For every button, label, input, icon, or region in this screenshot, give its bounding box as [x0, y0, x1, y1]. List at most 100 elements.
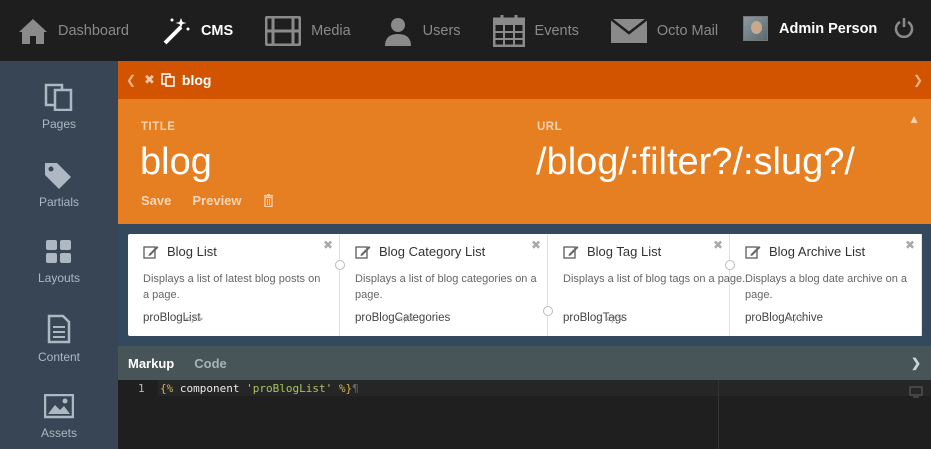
nav-octo-mail[interactable]: Octo Mail — [610, 0, 719, 61]
image-icon — [44, 394, 74, 419]
edit-icon — [143, 245, 159, 259]
film-icon — [265, 15, 302, 46]
url-label: URL — [537, 121, 563, 133]
document-icon — [47, 314, 71, 344]
close-icon[interactable]: ✖ — [144, 72, 155, 88]
envelope-icon — [610, 17, 647, 43]
calendar-icon — [492, 14, 525, 47]
close-icon[interactable]: ✖ — [531, 238, 541, 252]
chevron-left-icon[interactable]: ❮ — [126, 73, 136, 87]
component-description: Displays a blog date archive on a page. — [745, 273, 908, 301]
nav-users-label: Users — [422, 22, 461, 39]
chevron-up-icon[interactable]: ▲ — [908, 112, 920, 126]
code-token: 'proBlogList' — [246, 382, 333, 395]
trash-icon[interactable] — [263, 194, 274, 207]
print-margin — [718, 380, 719, 449]
nav-media[interactable]: Media — [265, 0, 351, 61]
component-description: Displays a list of blog tags on a page. — [563, 273, 746, 285]
editor-tabbar: Markup Code ❯ — [118, 346, 931, 380]
code-icon: </> — [787, 314, 806, 325]
sidebar-item-content[interactable]: Content — [0, 314, 118, 364]
code-editor[interactable]: 1 {% component 'proBlogList' %}¶ — [118, 380, 931, 449]
chevron-down-icon[interactable]: ❯ — [911, 356, 921, 370]
connector-icon — [725, 260, 735, 270]
component-title-text: Blog Tag List — [587, 244, 662, 259]
save-button[interactable]: Save — [141, 193, 171, 208]
connector-icon — [335, 260, 345, 270]
code-icon: </> — [605, 314, 624, 325]
component-title: Blog Tag List — [563, 244, 661, 259]
sidebar-item-assets[interactable]: Assets — [0, 394, 118, 440]
nav-cms[interactable]: CMS — [161, 0, 233, 61]
component-alias: </> proBlogList — [143, 312, 204, 325]
nav-dashboard-label: Dashboard — [58, 22, 129, 39]
close-icon[interactable]: ✖ — [323, 238, 333, 252]
pages-icon — [44, 83, 73, 111]
sidebar-item-pages[interactable]: Pages — [0, 83, 118, 131]
component-title: Blog Category List — [355, 244, 485, 259]
code-line[interactable]: {% component 'proBlogList' %}¶ — [160, 382, 359, 395]
component-alias: </> proBlogArchive — [745, 312, 823, 325]
connector-icon — [543, 306, 553, 316]
form-actions: Save Preview — [141, 193, 274, 208]
nav-cms-label: CMS — [200, 22, 234, 39]
magic-wand-icon — [163, 17, 190, 44]
nav-users[interactable]: Users — [383, 0, 461, 61]
sidebar: Pages Partials Layouts Content Assets — [0, 61, 118, 449]
component-alias: </> proBlogTags — [563, 312, 627, 325]
edit-icon — [745, 245, 761, 259]
preview-button[interactable]: Preview — [192, 193, 241, 208]
user-menu[interactable]: Admin Person — [743, 16, 877, 41]
nav-events-label: Events — [534, 22, 579, 39]
sidebar-item-label: Pages — [41, 117, 77, 131]
component-title-text: Blog Category List — [379, 244, 486, 259]
tab-blog[interactable]: ✖ blog — [144, 72, 211, 88]
sidebar-item-layouts[interactable]: Layouts — [0, 239, 118, 285]
code-token: %} — [338, 382, 353, 395]
code-token: component — [179, 382, 240, 395]
tab-code[interactable]: Code — [194, 356, 227, 371]
grid-icon — [46, 240, 71, 263]
nav-dashboard[interactable]: Dashboard — [18, 0, 129, 61]
monitor-icon[interactable] — [909, 386, 923, 398]
edit-icon — [563, 245, 579, 259]
code-icon: </> — [397, 314, 416, 325]
pages-icon — [161, 73, 175, 87]
power-icon[interactable] — [894, 17, 914, 38]
sidebar-item-label: Partials — [38, 195, 79, 209]
sidebar-item-label: Layouts — [37, 271, 81, 285]
document-tabbar: ❮ ✖ blog ❯ — [118, 61, 931, 99]
component-description: Displays a list of blog categories on a … — [355, 273, 537, 301]
code-icon: </> — [185, 314, 204, 325]
sidebar-item-partials[interactable]: Partials — [0, 161, 118, 209]
nav-events[interactable]: Events — [492, 0, 579, 61]
user-icon — [384, 17, 411, 46]
component-list: Blog List Displays a list of latest blog… — [128, 234, 922, 336]
nav-media-label: Media — [311, 22, 351, 39]
title-field[interactable]: blog — [140, 141, 212, 184]
avatar — [743, 16, 768, 41]
component-title: Blog Archive List — [745, 244, 865, 259]
component-title-text: Blog List — [167, 244, 217, 259]
edit-icon — [355, 245, 371, 259]
page-form-header: TITLE blog URL /blog/:filter?/:slug?/ Sa… — [118, 99, 931, 224]
component-description: Displays a list of latest blog posts on … — [143, 273, 321, 301]
close-icon[interactable]: ✖ — [905, 238, 915, 252]
title-label: TITLE — [141, 121, 176, 133]
code-token: {% — [160, 382, 174, 395]
close-icon[interactable]: ✖ — [713, 238, 723, 252]
tab-markup[interactable]: Markup — [128, 356, 174, 371]
home-icon — [19, 18, 47, 44]
component-card-blog-archive-list[interactable]: Blog Archive List Displays a blog date a… — [730, 234, 922, 336]
component-title-text: Blog Archive List — [769, 244, 866, 259]
component-title: Blog List — [143, 244, 217, 259]
nav-octo-mail-label: Octo Mail — [656, 22, 719, 39]
component-card-blog-tag-list[interactable]: Blog Tag List Displays a list of blog ta… — [548, 234, 745, 336]
component-card-blog-category-list[interactable]: Blog Category List Displays a list of bl… — [340, 234, 548, 336]
component-card-blog-list[interactable]: Blog List Displays a list of latest blog… — [128, 234, 340, 336]
url-field[interactable]: /blog/:filter?/:slug?/ — [536, 141, 855, 184]
tab-label: blog — [181, 72, 212, 88]
chevron-right-icon[interactable]: ❯ — [913, 73, 923, 87]
tags-icon — [45, 163, 71, 189]
line-number: 1 — [138, 382, 145, 395]
